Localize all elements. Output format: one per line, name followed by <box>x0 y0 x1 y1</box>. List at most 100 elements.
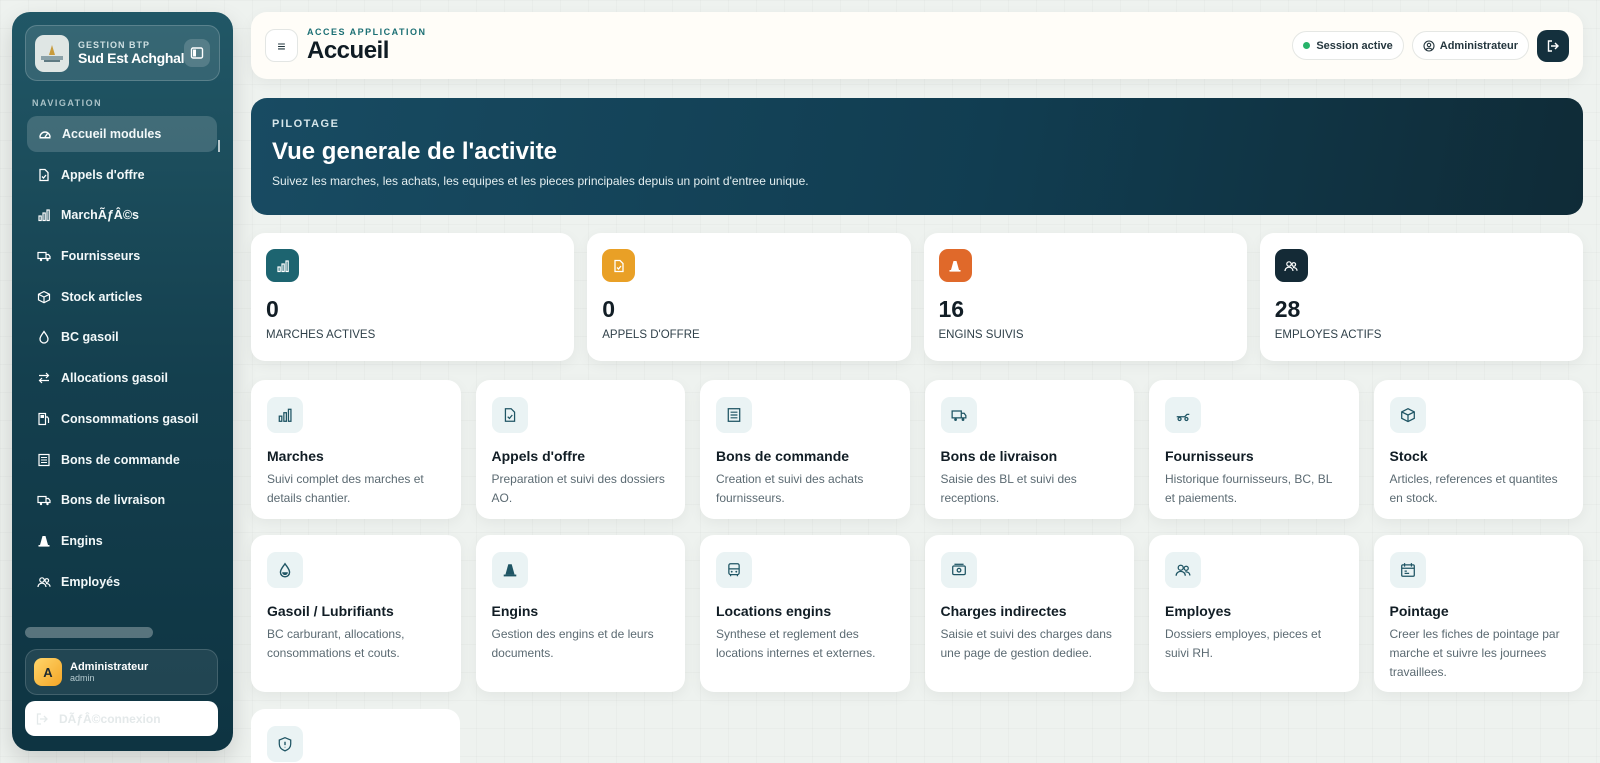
sidebar-scrollbar[interactable] <box>25 627 153 638</box>
sidebar-collapse-icon <box>190 47 204 59</box>
user-circle-icon <box>1423 39 1435 52</box>
module-card-fournisseurs[interactable]: Fournisseurs Historique fournisseurs, BC… <box>1149 380 1359 519</box>
droplet-icon <box>37 330 51 345</box>
user-role: admin <box>70 673 95 683</box>
module-card-engins[interactable]: Engins Gestion des engins et de leurs do… <box>475 535 685 692</box>
module-title: Fournisseurs <box>1165 448 1254 464</box>
dashboard-icon <box>38 127 52 141</box>
sidebar-item-accueil-modules[interactable]: Accueil modules <box>27 116 217 152</box>
module-title: Marches <box>267 448 324 464</box>
brand-subtitle: GESTION BTP <box>78 40 151 50</box>
module-card-pointage[interactable]: Pointage Creer les fiches de pointage pa… <box>1373 535 1583 692</box>
module-description: Creer les fiches de pointage par marche … <box>1389 627 1560 679</box>
sidebar-item-label: Bons de commande <box>61 452 180 467</box>
sidebar-item-label: Stock articles <box>61 289 143 304</box>
module-card-gasoil-lubrifiants[interactable]: Gasoil / Lubrifiants BC carburant, alloc… <box>251 535 461 692</box>
sidebar-item-label: MarchÃƒÂ©s <box>61 208 139 223</box>
document-check-icon <box>491 397 528 433</box>
user-name: Administrateur <box>70 661 149 673</box>
user-card[interactable]: A Administrateur admin <box>25 649 218 695</box>
top-bar: ≡ ACCES APPLICATION Accueil Session acti… <box>251 12 1583 79</box>
document-check-icon <box>37 168 51 182</box>
hero-title: Vue generale de l'activite <box>272 138 557 165</box>
chart-bars-icon <box>267 397 303 433</box>
sidebar-item-label: Engins <box>61 533 103 548</box>
box-icon <box>1389 397 1426 433</box>
sidebar-item-bc-gasoil[interactable]: BC gasoil <box>27 319 217 355</box>
module-title: Bons de commande <box>716 448 850 464</box>
module-description: Suivi complet des marches et details cha… <box>267 472 424 505</box>
sidebar-nav: Accueil modules Appels d'offre MarchÃƒÂ©… <box>27 116 217 604</box>
stat-card-appels-offre: 0 APPELS D'OFFRE <box>587 233 911 361</box>
module-description: Gestion des engins et de leurs documents… <box>491 627 654 660</box>
sidebar-item-label: Consommations gasoil <box>61 411 199 426</box>
exit-button[interactable] <box>1537 29 1569 62</box>
sidebar-item-bons-de-commande[interactable]: Bons de commande <box>27 442 217 478</box>
document-check-icon <box>602 249 636 282</box>
status-dot-icon <box>1303 42 1311 49</box>
stat-value: 16 <box>938 296 965 322</box>
sidebar-item-employes[interactable]: Employés <box>27 564 217 600</box>
nav-heading: NAVIGATION <box>32 98 103 108</box>
list-document-icon <box>716 397 752 433</box>
stat-card-employes: 28 EMPLOYES ACTIFS <box>1259 233 1583 361</box>
sidebar-item-appels-offre[interactable]: Appels d'offre <box>27 157 217 193</box>
sidebar-item-bons-de-livraison[interactable]: Bons de livraison <box>27 482 217 518</box>
stat-card-marches: 0 MARCHES ACTIVES <box>251 233 575 361</box>
stat-label: EMPLOYES ACTIFS <box>1274 329 1382 341</box>
module-card-partial[interactable] <box>251 709 460 763</box>
stat-value: 0 <box>266 296 279 322</box>
chart-bars-icon <box>266 249 299 282</box>
module-description: Dossiers employes, pieces et suivi RH. <box>1165 627 1322 660</box>
sidebar-item-label: BC gasoil <box>61 330 119 345</box>
module-description: Creation et suivi des achats fournisseur… <box>716 472 864 505</box>
cone-icon <box>491 552 528 588</box>
module-card-employes[interactable]: Employes Dossiers employes, pieces et su… <box>1149 535 1359 692</box>
chart-bars-icon <box>37 208 51 222</box>
logout-icon <box>1547 39 1559 52</box>
user-menu-button[interactable]: Administrateur <box>1411 31 1529 60</box>
sidebar-item-label: Employés <box>61 574 121 589</box>
module-card-locations-engins[interactable]: Locations engins Synthese et reglement d… <box>700 535 910 692</box>
sidebar-item-allocations-gasoil[interactable]: Allocations gasoil <box>27 360 217 396</box>
sidebar-item-engins[interactable]: Engins <box>27 523 217 559</box>
sidebar-item-label: Accueil modules <box>62 127 162 141</box>
module-card-appels-offre[interactable]: Appels d'offre Preparation et suivi des … <box>475 380 685 519</box>
users-icon <box>1274 249 1308 282</box>
sidebar-item-consommations-gasoil[interactable]: Consommations gasoil <box>27 401 217 437</box>
sidebar-toggle-button[interactable] <box>184 39 210 67</box>
delivery-icon <box>1165 397 1201 433</box>
module-description: BC carburant, allocations, consommations… <box>267 627 405 660</box>
session-status-label: Session active <box>1316 39 1393 52</box>
sidebar-item-stock-articles[interactable]: Stock articles <box>27 279 217 315</box>
module-title: Charges indirectes <box>940 603 1067 619</box>
module-card-bons-de-livraison[interactable]: Bons de livraison Saisie des BL et suivi… <box>924 380 1134 519</box>
users-icon <box>1165 552 1201 588</box>
module-description: Synthese et reglement des locations inte… <box>716 627 876 660</box>
modules-grid: Marches Suivi complet des marches et det… <box>251 380 1583 692</box>
session-status-badge: Session active <box>1292 31 1404 60</box>
logout-icon <box>36 712 48 725</box>
page-eyebrow: ACCES APPLICATION <box>307 26 427 37</box>
sidebar: GESTION BTP Sud Est Achghal NAVIGATION A… <box>12 12 233 751</box>
module-card-marches[interactable]: Marches Suivi complet des marches et det… <box>251 380 461 519</box>
sidebar-item-label: Fournisseurs <box>61 249 141 264</box>
logout-label: DÃƒÂ©connexion <box>59 711 161 726</box>
sidebar-item-label: Appels d'offre <box>61 167 145 182</box>
stat-value: 28 <box>1274 296 1301 322</box>
menu-button[interactable]: ≡ <box>265 29 298 62</box>
logout-button[interactable]: DÃƒÂ©connexion <box>25 701 218 736</box>
module-card-stock[interactable]: Stock Articles, references et quantites … <box>1373 380 1583 519</box>
stat-label: APPELS D'OFFRE <box>602 329 700 341</box>
cone-icon <box>37 534 51 548</box>
sidebar-item-fournisseurs[interactable]: Fournisseurs <box>27 238 217 274</box>
shield-icon <box>267 726 303 762</box>
module-card-charges-indirectes[interactable]: Charges indirectes Saisie et suivi des c… <box>924 535 1134 692</box>
module-title: Engins <box>491 603 539 619</box>
sidebar-item-marches[interactable]: MarchÃƒÂ©s <box>27 197 217 233</box>
sidebar-item-label: Allocations gasoil <box>61 371 168 386</box>
stats-row: 0 MARCHES ACTIVES 0 APPELS D'OFFRE 16 EN… <box>251 233 1583 361</box>
cash-icon <box>940 552 977 588</box>
module-card-bons-de-commande[interactable]: Bons de commande Creation et suivi des a… <box>700 380 910 519</box>
bus-icon <box>716 552 752 588</box>
